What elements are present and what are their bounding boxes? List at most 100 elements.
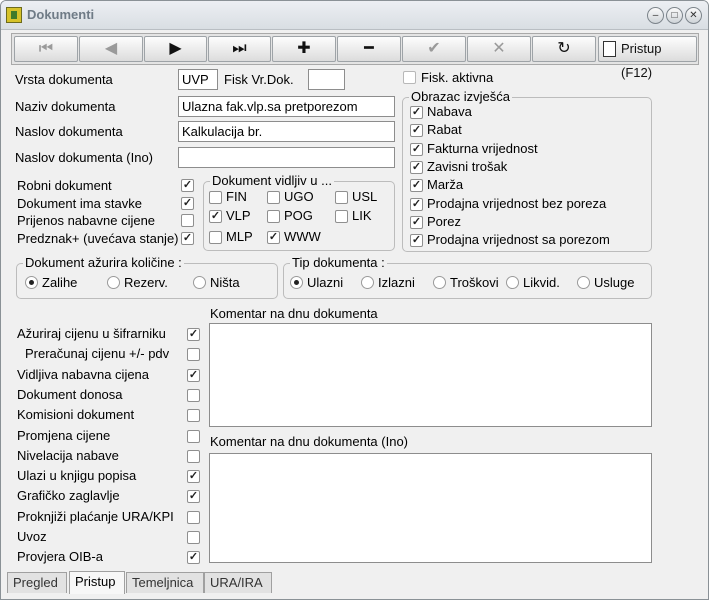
option-checkbox[interactable]	[187, 348, 200, 362]
naslov-field[interactable]: Kalkulacija br.	[178, 121, 395, 142]
fisk-vrdok-field[interactable]	[308, 69, 345, 90]
obrazac-label: Marža	[427, 177, 464, 193]
option-label: Preračunaj cijenu +/- pdv	[25, 346, 170, 362]
azurira-radio-label: Zalihe	[42, 275, 78, 290]
vidljiv-checkbox[interactable]	[335, 210, 348, 223]
cancel-record-button[interactable]: ✕	[467, 36, 531, 62]
obrazac-checkbox[interactable]	[410, 179, 423, 193]
delete-record-button[interactable]: ━	[337, 36, 401, 62]
option-checkbox[interactable]	[187, 470, 200, 484]
vidljiv-checkbox[interactable]	[209, 231, 222, 244]
tip-radio[interactable]	[361, 276, 374, 289]
option-checkbox[interactable]	[187, 388, 200, 402]
komentar-memo[interactable]	[209, 323, 652, 427]
option-checkbox[interactable]	[187, 531, 200, 544]
option-label: Komisioni dokument	[17, 407, 135, 423]
add-record-button[interactable]: ✚	[272, 36, 336, 62]
obrazac-legend: Obrazac izvješća	[409, 89, 512, 104]
first-record-button[interactable]: ⏮	[14, 36, 78, 62]
naslov-ino-field[interactable]	[178, 147, 395, 168]
vrsta-label: Vrsta dokumenta	[15, 72, 113, 87]
option-label: Dokument donosa	[17, 386, 123, 402]
azurira-radio[interactable]	[193, 276, 206, 289]
tip-legend: Tip dokumenta :	[290, 255, 387, 270]
left-check-checkbox[interactable]	[181, 197, 194, 210]
vidljiv-checkbox[interactable]	[335, 191, 348, 204]
vidljiv-checkbox[interactable]	[209, 210, 222, 223]
obrazac-checkbox[interactable]	[410, 215, 423, 229]
vidljiv-label: FIN	[226, 189, 247, 204]
naslov-label: Naslov dokumenta	[15, 124, 123, 139]
option-checkbox[interactable]	[187, 449, 200, 463]
prev-record-button[interactable]: ◀	[79, 36, 143, 62]
vidljiv-label: VLP	[226, 208, 251, 223]
left-check-label: Robni dokument	[17, 178, 112, 193]
left-check-checkbox[interactable]	[181, 214, 194, 227]
azurira-radio[interactable]	[25, 276, 38, 289]
tip-radio[interactable]	[506, 276, 519, 289]
vrsta-field[interactable]: UVP	[178, 69, 218, 90]
refresh-button[interactable]: ↻	[532, 36, 596, 62]
tip-radio[interactable]	[577, 276, 590, 289]
option-checkbox[interactable]	[187, 429, 200, 443]
next-record-button[interactable]: ▶	[144, 36, 207, 62]
left-check-checkbox[interactable]	[181, 179, 194, 192]
tip-radio[interactable]	[433, 276, 446, 289]
option-checkbox[interactable]	[187, 551, 200, 565]
maximize-button[interactable]: □	[666, 7, 683, 24]
option-label: Nivelacija nabave	[17, 447, 119, 463]
navigator-toolbar: ⏮ ◀ ▶ ⏭ ✚ ━ ✔ ✕ ↻ Pristup (F12)	[11, 33, 699, 80]
dokumenti-window: Dokumenti – □ ✕ ⏮ ◀ ▶ ⏭ ✚ ━ ✔ ✕ ↻ Pristu…	[0, 0, 709, 600]
azurira-radio[interactable]	[107, 276, 120, 289]
document-icon	[603, 41, 616, 57]
option-label: Proknjiži plaćanje URA/KPI	[17, 508, 174, 524]
obrazac-checkbox[interactable]	[410, 160, 423, 174]
option-checkbox[interactable]	[187, 409, 200, 423]
option-label: Uvoz	[17, 529, 47, 544]
option-checkbox[interactable]	[187, 490, 200, 504]
tip-radio-label: Usluge	[594, 275, 635, 290]
app-icon	[6, 7, 22, 23]
option-checkbox[interactable]	[187, 328, 200, 341]
vidljiv-checkbox[interactable]	[267, 191, 280, 204]
vidljiv-label: POG	[284, 208, 313, 223]
obrazac-label: Fakturna vrijednost	[427, 140, 538, 156]
naziv-label: Naziv dokumenta	[15, 99, 116, 114]
tip-radio[interactable]	[290, 276, 303, 289]
minimize-button[interactable]: –	[647, 7, 664, 24]
title-bar: Dokumenti – □ ✕	[1, 1, 708, 30]
obrazac-checkbox[interactable]	[410, 197, 423, 211]
left-check-checkbox[interactable]	[181, 232, 194, 245]
tab-pristup[interactable]: Pristup	[69, 571, 125, 594]
azurira-radio-label: Ništa	[210, 275, 240, 290]
option-label: Vidljiva nabavna cijena	[17, 366, 150, 382]
vidljiv-checkbox[interactable]	[267, 231, 280, 244]
tab-temeljnica[interactable]: Temeljnica	[126, 572, 204, 593]
fisk-aktivna-checkbox[interactable]	[403, 71, 416, 84]
option-label: Grafičko zaglavlje	[17, 488, 120, 504]
obrazac-label: Porez	[427, 213, 461, 229]
vidljiv-checkbox[interactable]	[209, 191, 222, 204]
obrazac-checkbox[interactable]	[410, 142, 423, 156]
tab-ura-ira[interactable]: URA/IRA	[204, 572, 272, 593]
tip-radio-label: Ulazni	[307, 275, 344, 290]
post-record-button[interactable]: ✔	[402, 36, 466, 62]
obrazac-checkbox[interactable]	[410, 106, 423, 119]
option-checkbox[interactable]	[187, 368, 200, 382]
obrazac-label: Zavisni trošak	[427, 158, 508, 174]
pristup-button[interactable]: Pristup (F12)	[598, 36, 697, 80]
last-record-button[interactable]: ⏭	[208, 36, 271, 62]
tab-pregled[interactable]: Pregled	[7, 572, 67, 593]
vidljiv-checkbox[interactable]	[267, 210, 280, 223]
obrazac-checkbox[interactable]	[410, 234, 423, 248]
close-button[interactable]: ✕	[685, 7, 702, 24]
option-checkbox[interactable]	[187, 510, 200, 524]
naziv-field[interactable]: Ulazna fak.vlp.sa pretporezom	[178, 96, 395, 117]
obrazac-label: Nabava	[427, 104, 472, 119]
vidljiv-label: WWW	[284, 229, 321, 244]
window-title: Dokumenti	[27, 7, 95, 22]
komentar-ino-memo[interactable]	[209, 453, 652, 563]
pristup-button-label: Pristup (F12)	[621, 41, 662, 80]
left-check-label: Dokument ima stavke	[17, 196, 142, 211]
obrazac-checkbox[interactable]	[410, 124, 423, 138]
